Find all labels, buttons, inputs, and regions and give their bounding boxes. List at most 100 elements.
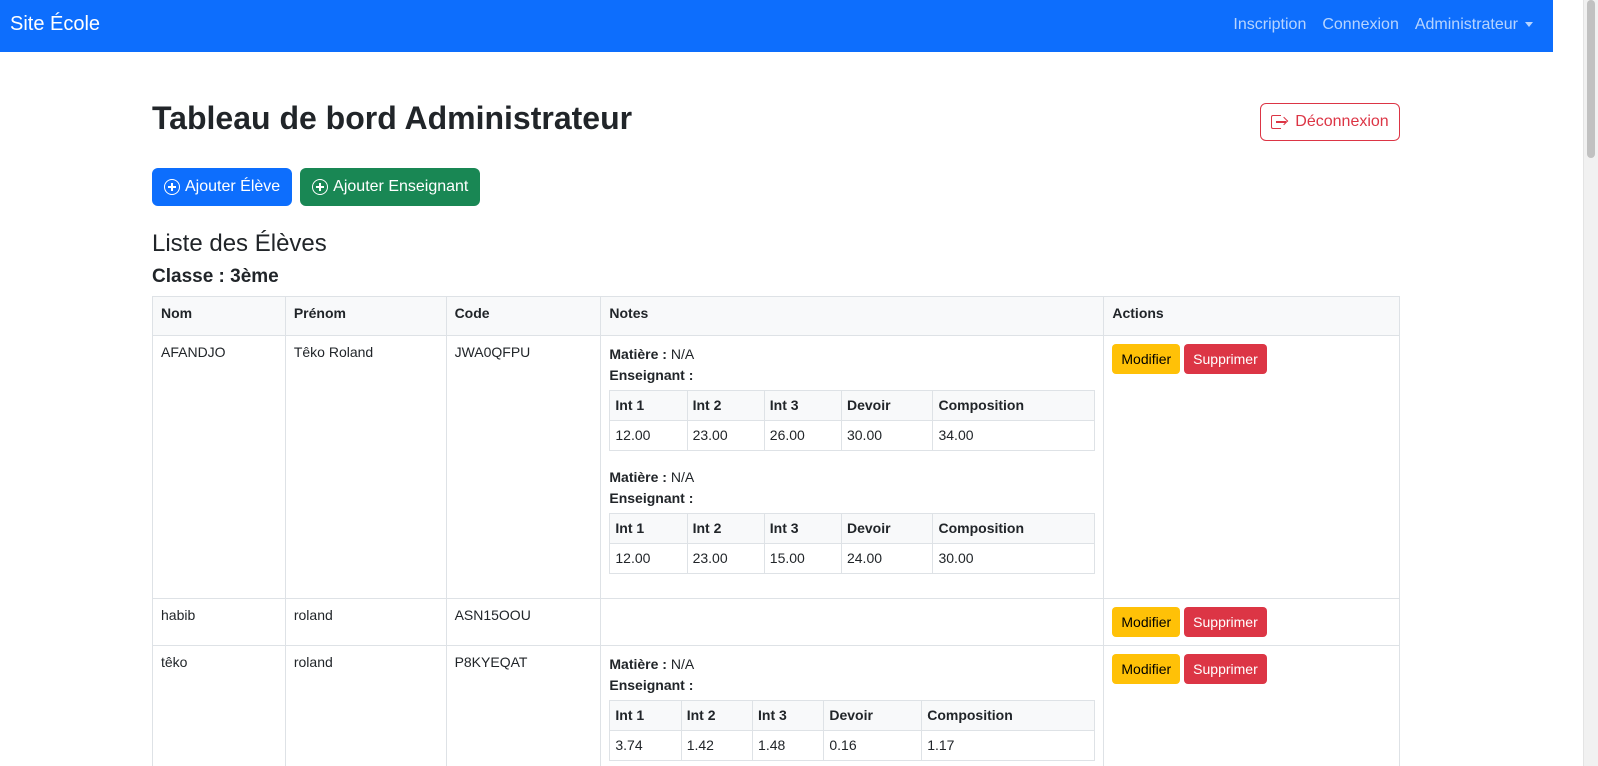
grade-value: 12.00 bbox=[609, 420, 688, 451]
column-header-actions: Actions bbox=[1103, 296, 1400, 336]
grades-table: Int 1 Int 2 Int 3 Devoir Composition 12.00 23.… bbox=[609, 390, 1096, 451]
table-row: têko roland P8KYEQAT Matière : N/A Enseignan… bbox=[152, 645, 1400, 766]
subject-value: N/A bbox=[670, 656, 695, 672]
teacher-label: Enseignant : bbox=[609, 677, 694, 693]
grade-value: 1.42 bbox=[680, 730, 754, 761]
action-buttons: Modifier Supprimer bbox=[1112, 344, 1391, 374]
grade-column-header: Int 1 bbox=[609, 390, 688, 421]
grade-value: 23.00 bbox=[686, 420, 765, 451]
student-list-title: Liste des Élèves bbox=[152, 230, 327, 257]
nav-link-inscription[interactable]: Inscription bbox=[1233, 16, 1306, 34]
subject-label: Matière : bbox=[609, 469, 667, 485]
edit-button[interactable]: Modifier bbox=[1112, 344, 1181, 374]
delete-button[interactable]: Supprimer bbox=[1184, 654, 1267, 684]
grade-column-header: Int 3 bbox=[763, 390, 842, 421]
student-nom: têko bbox=[152, 645, 286, 766]
grade-column-header: Int 2 bbox=[680, 700, 754, 731]
plus-circle-icon bbox=[312, 179, 329, 195]
nav-links: Inscription Connexion Administrateur bbox=[1233, 16, 1533, 34]
student-nom: habib bbox=[152, 598, 286, 646]
teacher-line: Enseignant : bbox=[609, 675, 1095, 696]
plus-circle-icon bbox=[164, 179, 180, 195]
note-block: Matière : N/A Enseignant : Int 1 Int 2 Int … bbox=[609, 467, 1096, 574]
edit-button[interactable]: Modifier bbox=[1112, 607, 1181, 637]
nav-link-connexion[interactable]: Connexion bbox=[1322, 16, 1399, 34]
student-actions: Modifier Supprimer bbox=[1103, 598, 1400, 646]
scrollbar-thumb[interactable] bbox=[1587, 0, 1595, 158]
grade-value: 12.00 bbox=[609, 543, 688, 574]
student-notes: Matière : N/A Enseignant : Int 1 Int 2 Int … bbox=[600, 335, 1105, 599]
add-student-label: Ajouter Élève bbox=[185, 178, 281, 195]
grade-value: 24.00 bbox=[840, 543, 934, 574]
grade-column-header: Int 2 bbox=[686, 513, 765, 544]
add-student-button[interactable]: Ajouter Élève bbox=[152, 168, 293, 206]
grade-column-header: Devoir bbox=[823, 700, 923, 731]
admin-dropdown-label: Administrateur bbox=[1414, 16, 1518, 33]
grade-column-header: Composition bbox=[932, 513, 1096, 544]
brand-logo[interactable]: Site École bbox=[10, 13, 100, 36]
student-actions: Modifier Supprimer bbox=[1103, 645, 1400, 766]
logout-icon bbox=[1271, 115, 1287, 129]
grades-header-row: Int 1 Int 2 Int 3 Devoir Composition bbox=[609, 700, 1096, 731]
action-buttons: Modifier Supprimer bbox=[1112, 654, 1391, 684]
column-header-prenom: Prénom bbox=[284, 296, 447, 336]
add-teacher-button[interactable]: Ajouter Enseignant bbox=[300, 168, 481, 206]
student-code: ASN15OOU bbox=[445, 598, 602, 646]
teacher-label: Enseignant : bbox=[609, 367, 694, 383]
action-buttons: Modifier Supprimer bbox=[1112, 607, 1391, 637]
grade-column-header: Composition bbox=[932, 390, 1096, 421]
grade-value: 34.00 bbox=[932, 420, 1096, 451]
subject-label: Matière : bbox=[609, 656, 667, 672]
table-row: habib roland ASN15OOU Modifier Supprimer bbox=[152, 598, 1400, 646]
subject-line: Matière : N/A bbox=[609, 467, 1095, 488]
action-toolbar: Ajouter Élève Ajouter Enseignant bbox=[152, 168, 481, 206]
grade-column-header: Int 3 bbox=[752, 700, 825, 731]
logout-button[interactable]: Déconnexion bbox=[1260, 103, 1400, 141]
delete-button[interactable]: Supprimer bbox=[1184, 607, 1267, 637]
subject-value: N/A bbox=[670, 346, 695, 362]
grade-value: 23.00 bbox=[686, 543, 765, 574]
delete-button[interactable]: Supprimer bbox=[1184, 344, 1267, 374]
top-navbar: Site École Inscription Connexion Adminis… bbox=[0, 0, 1553, 52]
grades-table: Int 1 Int 2 Int 3 Devoir Composition 3.74 1.42… bbox=[609, 700, 1096, 761]
page-title: Tableau de bord Administrateur bbox=[152, 100, 633, 136]
student-notes bbox=[600, 598, 1105, 646]
subject-line: Matière : N/A bbox=[609, 654, 1095, 675]
grades-header-row: Int 1 Int 2 Int 3 Devoir Composition bbox=[609, 390, 1096, 421]
table-row: AFANDJO Têko Roland JWA0QFPU Matière : N/A E… bbox=[152, 335, 1400, 599]
grade-value: 30.00 bbox=[932, 543, 1096, 574]
caret-down-icon bbox=[1525, 22, 1533, 28]
student-prenom: Têko Roland bbox=[284, 335, 447, 599]
grade-value: 3.74 bbox=[609, 730, 682, 761]
student-prenom: roland bbox=[284, 645, 447, 766]
class-title: Classe : 3ème bbox=[152, 266, 279, 287]
grade-column-header: Devoir bbox=[840, 390, 934, 421]
grade-column-header: Composition bbox=[921, 700, 1096, 731]
grade-value: 0.16 bbox=[823, 730, 923, 761]
edit-button[interactable]: Modifier bbox=[1112, 654, 1181, 684]
grade-column-header: Devoir bbox=[840, 513, 934, 544]
grade-value: 26.00 bbox=[763, 420, 842, 451]
note-block: Matière : N/A Enseignant : Int 1 Int 2 Int … bbox=[609, 654, 1096, 761]
grade-column-header: Int 2 bbox=[686, 390, 765, 421]
student-code: P8KYEQAT bbox=[445, 645, 602, 766]
subject-value: N/A bbox=[670, 469, 695, 485]
grades-value-row: 12.00 23.00 15.00 24.00 30.00 bbox=[609, 543, 1096, 574]
column-header-nom: Nom bbox=[152, 296, 286, 336]
table-header-row: Nom Prénom Code Notes Actions bbox=[152, 296, 1400, 336]
page-scrollbar[interactable] bbox=[1583, 0, 1598, 766]
subject-label: Matière : bbox=[609, 346, 667, 362]
grades-value-row: 3.74 1.42 1.48 0.16 1.17 bbox=[609, 730, 1096, 761]
grade-value: 1.17 bbox=[921, 730, 1096, 761]
grades-value-row: 12.00 23.00 26.00 30.00 34.00 bbox=[609, 420, 1096, 451]
students-table-body: AFANDJO Têko Roland JWA0QFPU Matière : N/A E… bbox=[152, 335, 1400, 766]
grade-value: 30.00 bbox=[840, 420, 934, 451]
teacher-label: Enseignant : bbox=[609, 490, 694, 506]
students-table: Nom Prénom Code Notes Actions AFANDJO Têk… bbox=[152, 296, 1400, 766]
student-notes: Matière : N/A Enseignant : Int 1 Int 2 Int … bbox=[600, 645, 1105, 766]
admin-dropdown[interactable]: Administrateur bbox=[1415, 16, 1533, 34]
add-teacher-label: Ajouter Enseignant bbox=[333, 178, 469, 195]
grade-column-header: Int 3 bbox=[763, 513, 842, 544]
student-nom: AFANDJO bbox=[152, 335, 286, 599]
column-header-code: Code bbox=[445, 296, 602, 336]
